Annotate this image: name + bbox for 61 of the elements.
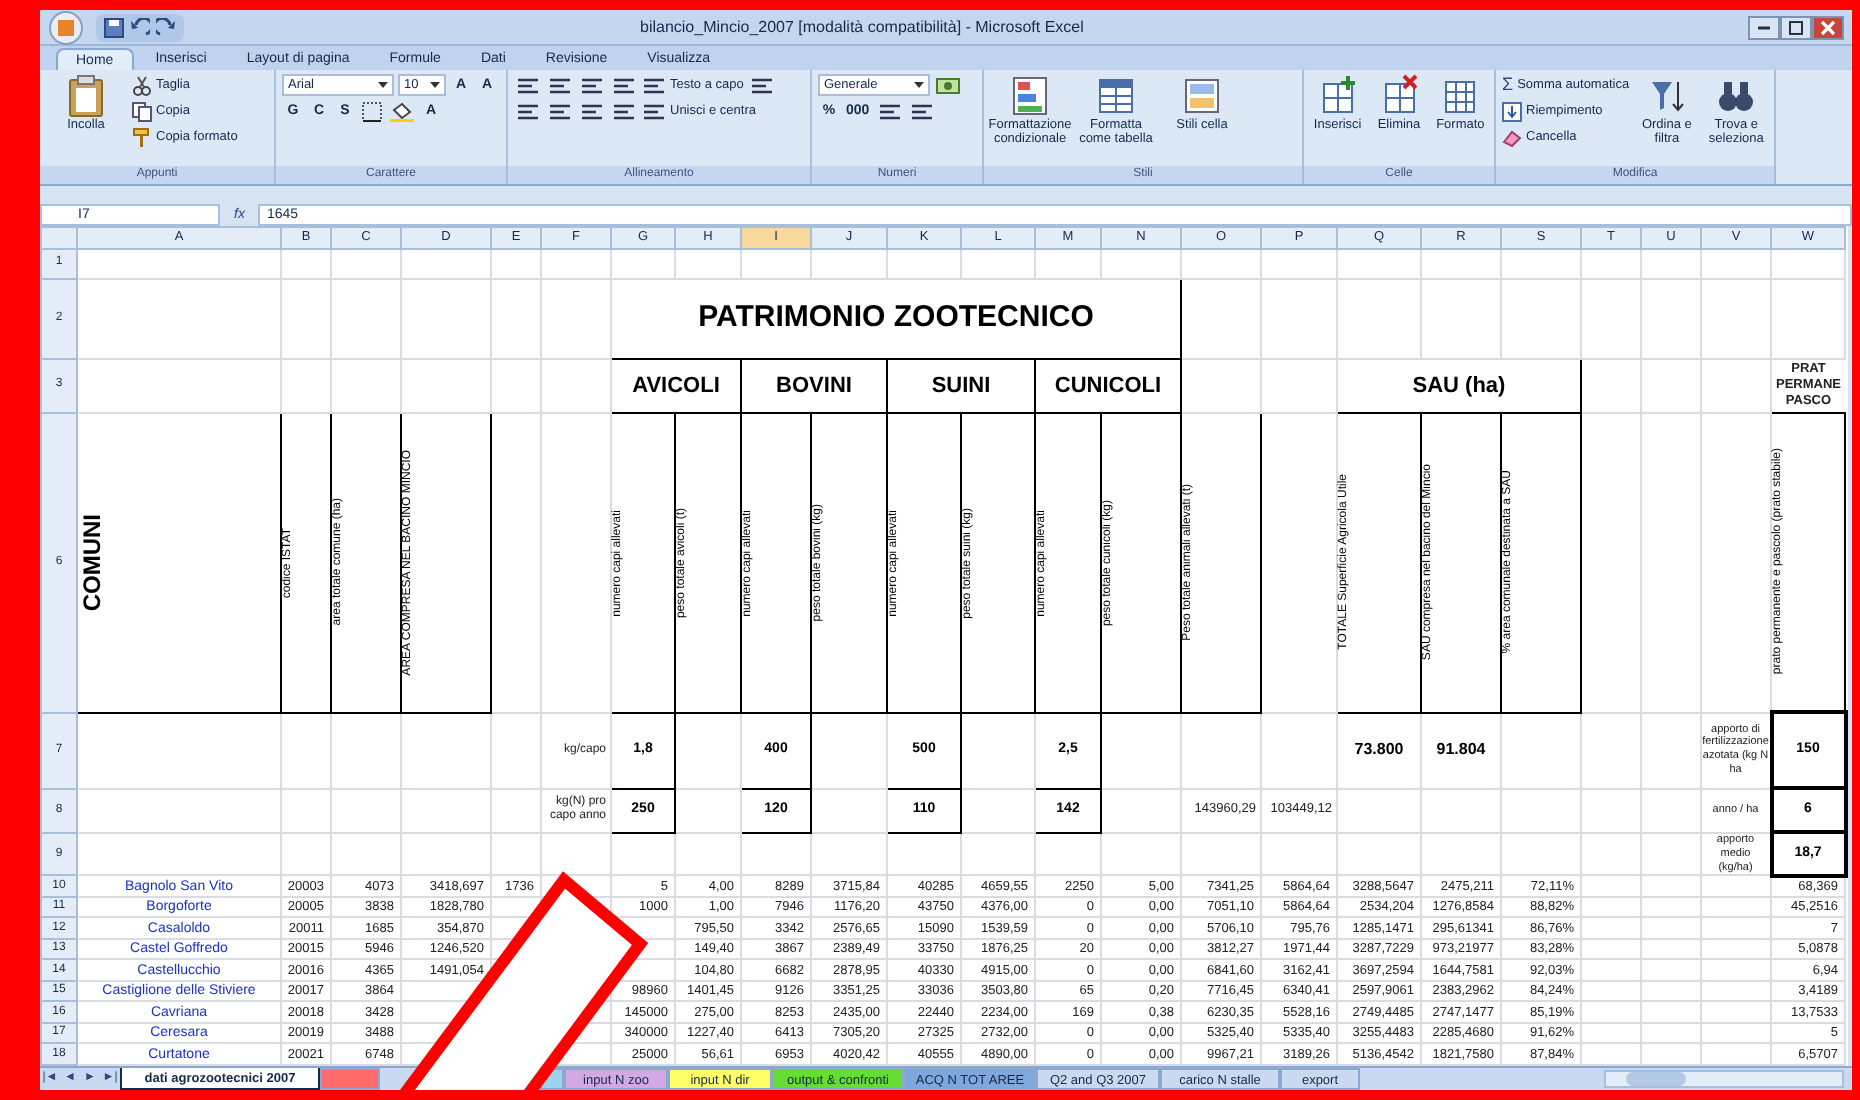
horizontal-scrollbar[interactable]	[1604, 1069, 1844, 1088]
close-button[interactable]	[1812, 15, 1844, 39]
text-lines-icon	[612, 75, 636, 95]
table-icon	[1096, 74, 1136, 118]
toolbar-button[interactable]	[610, 74, 638, 96]
close-icon	[1820, 19, 1836, 35]
column-group-header: CUNICOLI	[1035, 358, 1181, 413]
text-lines-icon	[642, 75, 666, 95]
text-lines-icon	[909, 101, 934, 121]
caret-icon	[378, 81, 388, 89]
clipboard-icon	[66, 74, 106, 118]
eraser-icon	[1502, 127, 1522, 147]
brush-icon	[132, 127, 152, 147]
text-lines-icon	[612, 101, 636, 121]
maximize-icon	[1788, 19, 1804, 35]
table-cell: 73.800	[1337, 712, 1421, 789]
copy-icon	[132, 101, 152, 121]
colored-table-icon	[1010, 74, 1050, 118]
caret-icon	[914, 81, 924, 89]
window-title: bilancio_Mincio_2007 [modalità compatibilità] - Microsoft Excel	[640, 15, 1084, 39]
toolbar-button[interactable]	[360, 100, 384, 122]
office-orb-icon	[48, 10, 84, 45]
undo-icon	[130, 17, 150, 37]
toolbar-button[interactable]	[875, 100, 904, 122]
toolbar-button[interactable]	[907, 100, 936, 122]
column-group-header: SAU (ha)	[1337, 358, 1581, 413]
column-group-header: AVICOLI	[611, 358, 741, 413]
fill-down-icon	[1502, 101, 1522, 121]
scissors-icon	[132, 75, 152, 95]
text-lines-icon	[548, 101, 572, 121]
text-lines-icon	[642, 101, 666, 121]
border-icon	[362, 101, 382, 121]
toolbar-button[interactable]	[388, 100, 416, 122]
maximize-button[interactable]	[1780, 15, 1812, 39]
column-group-header: SUINI	[887, 358, 1035, 413]
text-lines-icon	[548, 75, 572, 95]
toolbar-button[interactable]	[578, 74, 606, 96]
text-lines-icon	[580, 75, 604, 95]
insert-cells-icon	[1317, 74, 1358, 118]
redo-icon	[156, 17, 176, 37]
toolbar-button[interactable]	[546, 100, 574, 122]
paint-bucket-icon	[390, 101, 414, 121]
text-lines-icon	[516, 75, 540, 95]
minimize-button[interactable]	[1748, 15, 1780, 39]
delete-cells-icon	[1379, 74, 1419, 118]
text-lines-icon	[749, 75, 774, 95]
column-header: COMUNI	[78, 513, 108, 612]
toolbar-button[interactable]	[610, 100, 638, 122]
toolbar-button[interactable]	[514, 100, 542, 122]
cell-styles-icon	[1182, 74, 1222, 118]
toolbar-button[interactable]	[747, 74, 776, 96]
text-lines-icon	[516, 101, 540, 121]
toolbar-button[interactable]	[578, 100, 606, 122]
toolbar-button[interactable]	[546, 74, 574, 96]
toolbar-button[interactable]	[514, 74, 542, 96]
table-cell: 91.804	[1421, 712, 1501, 789]
text-lines-icon	[580, 101, 604, 121]
text-lines-icon	[877, 101, 902, 121]
column-group-header: BOVINI	[741, 358, 887, 413]
banknote-icon	[936, 75, 960, 95]
caret-icon	[430, 81, 440, 89]
